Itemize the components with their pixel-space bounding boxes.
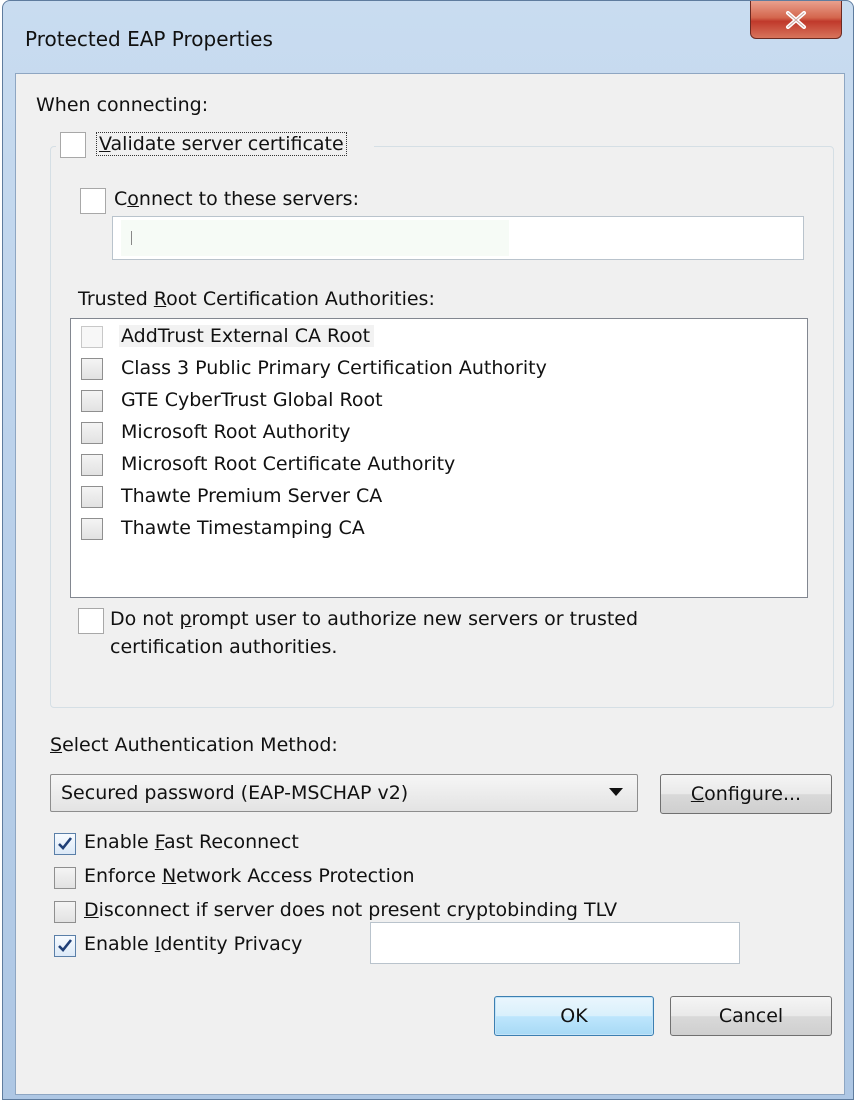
checkmark-icon (58, 837, 73, 850)
enforce-nap-checkbox[interactable] (54, 867, 76, 889)
authority-checkbox[interactable] (81, 326, 103, 348)
configure-button[interactable]: Configure... (660, 774, 832, 814)
authority-label: Microsoft Root Authority (121, 421, 351, 443)
auth-method-value: Secured password (EAP-MSCHAP v2) (61, 782, 409, 804)
fast-reconnect-label: Enable Fast Reconnect (84, 831, 299, 853)
authority-checkbox[interactable] (81, 390, 103, 412)
validate-cert-label: Validate server certificate (96, 132, 347, 156)
authority-checkbox[interactable] (81, 422, 103, 444)
cancel-button[interactable]: Cancel (670, 996, 832, 1036)
window-title: Protected EAP Properties (25, 27, 273, 51)
server-names-text (121, 220, 509, 256)
auth-method-label: Select Authentication Method: (50, 734, 338, 756)
authority-checkbox[interactable] (81, 454, 103, 476)
cryptobinding-checkbox[interactable] (54, 901, 76, 923)
do-not-prompt-checkbox[interactable] (78, 608, 104, 634)
do-not-prompt-label-line1: Do not prompt user to authorize new serv… (110, 608, 639, 630)
authority-checkbox[interactable] (81, 358, 103, 380)
checkmark-icon (58, 939, 73, 952)
fast-reconnect-option[interactable]: Enable Fast Reconnect (54, 830, 474, 858)
chevron-down-icon (609, 788, 623, 796)
authority-label: Microsoft Root Certificate Authority (121, 453, 456, 475)
close-button[interactable] (750, 1, 842, 39)
dialog-window: Protected EAP Properties When connecting… (2, 0, 854, 1100)
dialog-body: When connecting: Validate server certifi… (15, 73, 845, 1095)
trusted-root-list[interactable]: AddTrust External CA Root Class 3 Public… (70, 318, 808, 598)
list-item[interactable]: AddTrust External CA Root (81, 323, 421, 353)
trusted-root-label: Trusted Root Certification Authorities: (78, 288, 435, 310)
close-icon (786, 10, 806, 29)
enforce-nap-label: Enforce Network Access Protection (84, 865, 415, 887)
do-not-prompt-option[interactable]: Do not prompt user to authorize new serv… (78, 606, 778, 666)
cryptobinding-label: Disconnect if server does not present cr… (84, 899, 618, 921)
connect-servers-option[interactable]: Connect to these servers: (80, 186, 420, 216)
enforce-nap-option[interactable]: Enforce Network Access Protection (54, 864, 514, 892)
validate-cert-checkbox[interactable] (60, 132, 86, 158)
ok-button[interactable]: OK (494, 996, 654, 1036)
authority-label: Thawte Premium Server CA (121, 485, 383, 507)
identity-privacy-option[interactable]: Enable Identity Privacy (54, 932, 354, 960)
identity-privacy-checkbox[interactable] (54, 935, 76, 957)
auth-method-select[interactable]: Secured password (EAP-MSCHAP v2) (50, 774, 638, 812)
validate-cert-option[interactable]: Validate server certificate (56, 130, 374, 160)
server-names-field[interactable] (112, 216, 804, 260)
authority-label: Class 3 Public Primary Certification Aut… (121, 357, 547, 379)
connect-servers-checkbox[interactable] (80, 188, 106, 214)
identity-privacy-label: Enable Identity Privacy (84, 933, 303, 955)
connect-servers-label: Connect to these servers: (114, 188, 359, 210)
text-cursor (131, 231, 132, 245)
do-not-prompt-label-line2: certification authorities. (110, 636, 338, 658)
authority-label: AddTrust External CA Root (119, 325, 375, 347)
when-connecting-heading: When connecting: (36, 94, 209, 116)
authority-checkbox[interactable] (81, 486, 103, 508)
authority-checkbox[interactable] (81, 518, 103, 540)
identity-field[interactable] (370, 922, 740, 964)
authority-label: GTE CyberTrust Global Root (121, 389, 383, 411)
authority-label: Thawte Timestamping CA (121, 517, 365, 539)
fast-reconnect-checkbox[interactable] (54, 833, 76, 855)
